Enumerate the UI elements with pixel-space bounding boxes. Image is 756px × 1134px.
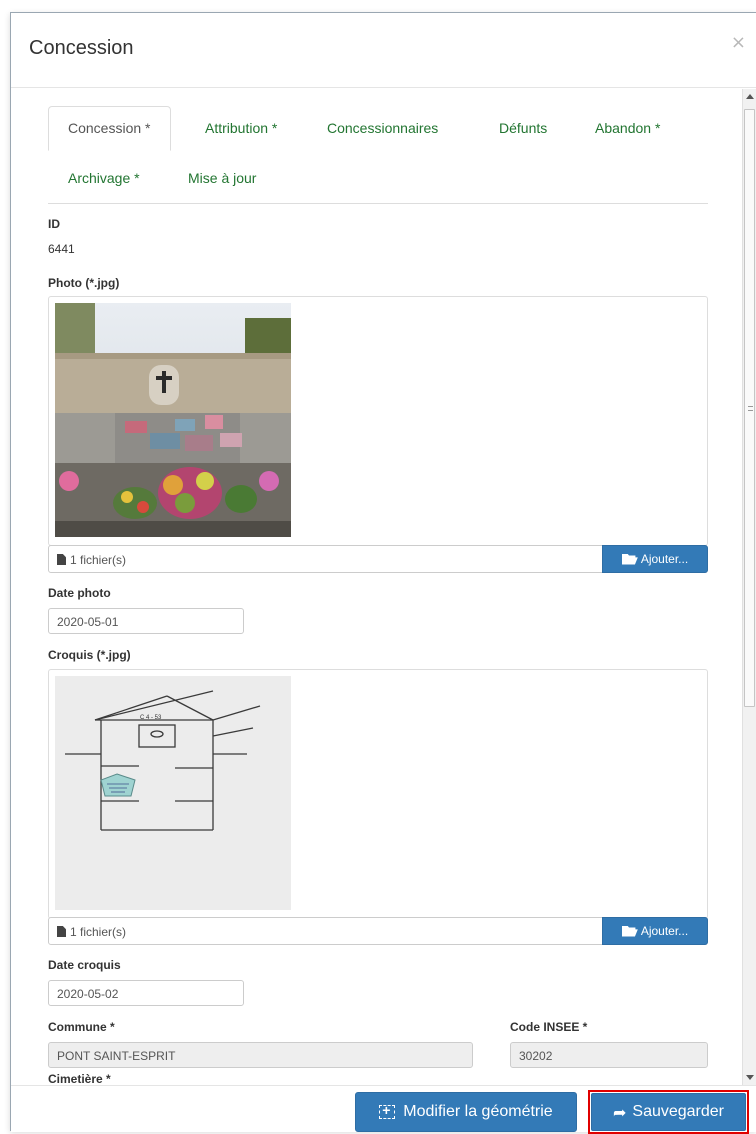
file-icon	[57, 926, 66, 937]
photo-file-count: 1 fichier(s)	[57, 553, 126, 567]
croquis-add-button[interactable]: Ajouter...	[602, 917, 708, 945]
photo-file-count-text: 1 fichier(s)	[70, 553, 127, 567]
tab-abandon[interactable]: Abandon *	[595, 120, 660, 136]
vertical-scrollbar[interactable]	[742, 89, 756, 1085]
photo-label: Photo (*.jpg)	[48, 276, 120, 290]
share-arrow-icon: ➦	[612, 1102, 627, 1122]
id-label: ID	[48, 217, 60, 231]
croquis-file-count-text: 1 fichier(s)	[70, 925, 127, 939]
photo-thumbnail[interactable]	[55, 303, 291, 537]
tab-archivage[interactable]: Archivage *	[68, 170, 140, 186]
edit-geometry-icon	[379, 1102, 396, 1119]
croquis-file-bar: 1 fichier(s) Ajouter...	[48, 917, 708, 945]
grip-icon	[748, 406, 753, 411]
sketch-code: C 4 - 53	[140, 715, 162, 721]
tab-concessionnaires[interactable]: Concessionnaires	[327, 120, 438, 136]
modal-title: Concession	[29, 37, 134, 59]
tab-bar: Concession * Attribution * Concessionnai…	[48, 106, 708, 204]
commune-label: Commune *	[48, 1020, 115, 1034]
croquis-label: Croquis (*.jpg)	[48, 648, 131, 662]
date-photo-input[interactable]: 2020-05-01	[48, 608, 244, 634]
tab-defunts[interactable]: Défunts	[499, 120, 547, 136]
modify-geometry-label: Modifier la géométrie	[403, 1103, 553, 1120]
modal-footer: Modifier la géométrie ➦ Sauvegarder	[11, 1085, 756, 1134]
concession-modal: Concession × Concession * Attribution * …	[10, 12, 756, 1134]
photo-preview-box	[48, 296, 708, 546]
date-photo-label: Date photo	[48, 586, 111, 600]
file-icon	[57, 554, 66, 565]
date-croquis-input[interactable]: 2020-05-02	[48, 980, 244, 1006]
save-button[interactable]: ➦ Sauvegarder	[591, 1093, 746, 1131]
insee-input: 30202	[510, 1042, 708, 1068]
photo-file-bar: 1 fichier(s) Ajouter...	[48, 545, 708, 573]
modal-header: Concession ×	[11, 13, 756, 88]
scroll-thumb[interactable]	[744, 109, 755, 707]
croquis-file-count: 1 fichier(s)	[57, 925, 126, 939]
folder-open-icon	[621, 925, 638, 937]
tab-concession[interactable]: Concession *	[48, 106, 171, 151]
date-croquis-label: Date croquis	[48, 958, 121, 972]
form-scroll-area: Concession * Attribution * Concessionnai…	[11, 89, 741, 1085]
commune-input: PONT SAINT-ESPRIT	[48, 1042, 473, 1068]
folder-open-icon	[621, 553, 638, 565]
croquis-add-label: Ajouter...	[640, 924, 689, 938]
croquis-thumbnail[interactable]: C 4 - 53	[55, 676, 291, 910]
cimetiere-label: Cimetière *	[48, 1072, 111, 1085]
tab-mise-a-jour[interactable]: Mise à jour	[188, 170, 256, 186]
tab-attribution[interactable]: Attribution *	[205, 120, 277, 136]
photo-add-label: Ajouter...	[640, 552, 689, 566]
croquis-preview-box: C 4 - 53	[48, 669, 708, 919]
id-value: 6441	[48, 242, 75, 256]
scroll-down-icon[interactable]	[746, 1075, 754, 1080]
scroll-up-icon[interactable]	[746, 94, 754, 99]
save-button-highlight: ➦ Sauvegarder	[588, 1090, 749, 1134]
photo-add-button[interactable]: Ajouter...	[602, 545, 708, 573]
close-icon[interactable]: ×	[731, 34, 746, 52]
insee-label: Code INSEE *	[510, 1020, 588, 1034]
save-label: Sauvegarder	[632, 1103, 725, 1120]
modify-geometry-button[interactable]: Modifier la géométrie	[355, 1092, 577, 1132]
